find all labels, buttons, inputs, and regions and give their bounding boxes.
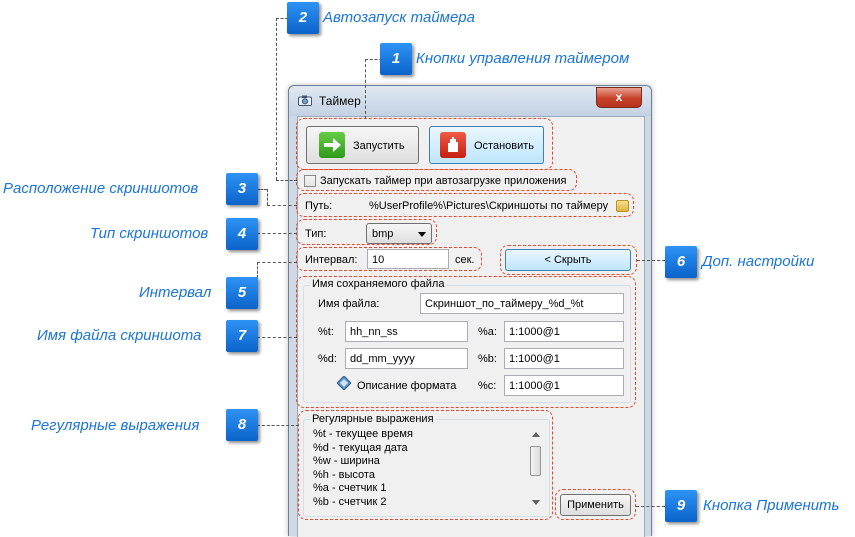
callout-5: Интервал <box>139 284 212 301</box>
badge-9: 9 <box>665 490 697 522</box>
badge-5: 5 <box>226 277 258 309</box>
connector-5 <box>257 262 297 263</box>
callout-3: Расположение скриншотов <box>3 180 199 197</box>
connector-8 <box>257 425 299 426</box>
callout-6: Доп. настройки <box>702 253 815 270</box>
annotation-box-5 <box>296 247 482 271</box>
connector-3 <box>257 189 267 190</box>
badge-2: 2 <box>287 2 319 34</box>
close-icon: x <box>615 90 623 104</box>
annotation-box-1 <box>296 118 553 170</box>
badge-7: 7 <box>226 320 258 352</box>
callout-7: Имя файла скриншота <box>37 327 202 344</box>
connector-3h <box>267 205 297 206</box>
badge-4: 4 <box>226 218 258 250</box>
connector-2v <box>276 18 277 180</box>
connector-3v <box>267 189 268 205</box>
connector-2h <box>276 180 297 181</box>
title-bar[interactable]: Таймер x <box>289 86 651 116</box>
annotation-box-7 <box>296 276 636 408</box>
badge-3: 3 <box>226 173 258 205</box>
annotation-box-2 <box>296 169 577 191</box>
badge-6: 6 <box>665 246 697 278</box>
callout-9: Кнопка Применить <box>703 497 840 514</box>
badge-1: 1 <box>380 43 412 75</box>
annotation-box-9 <box>555 489 636 520</box>
connector-7 <box>257 337 297 338</box>
connector-5v <box>257 262 258 278</box>
annotation-box-4 <box>296 219 437 245</box>
connector-6 <box>637 260 665 261</box>
callout-8: Регулярные выражения <box>31 417 200 434</box>
annotation-box-3 <box>296 193 634 217</box>
window-title: Таймер <box>319 94 361 108</box>
connector-1v <box>365 59 366 119</box>
close-button[interactable]: x <box>596 87 642 108</box>
badge-8: 8 <box>226 409 258 441</box>
callout-1: Кнопки управления таймером <box>416 50 630 67</box>
connector-9 <box>636 506 665 507</box>
annotation-box-8 <box>298 410 553 520</box>
callout-4: Тип скриншотов <box>90 225 209 242</box>
callout-2: Автозапуск таймера <box>323 9 475 26</box>
annotation-box-6 <box>500 245 637 275</box>
connector-4 <box>257 233 297 234</box>
camera-icon <box>298 95 312 106</box>
